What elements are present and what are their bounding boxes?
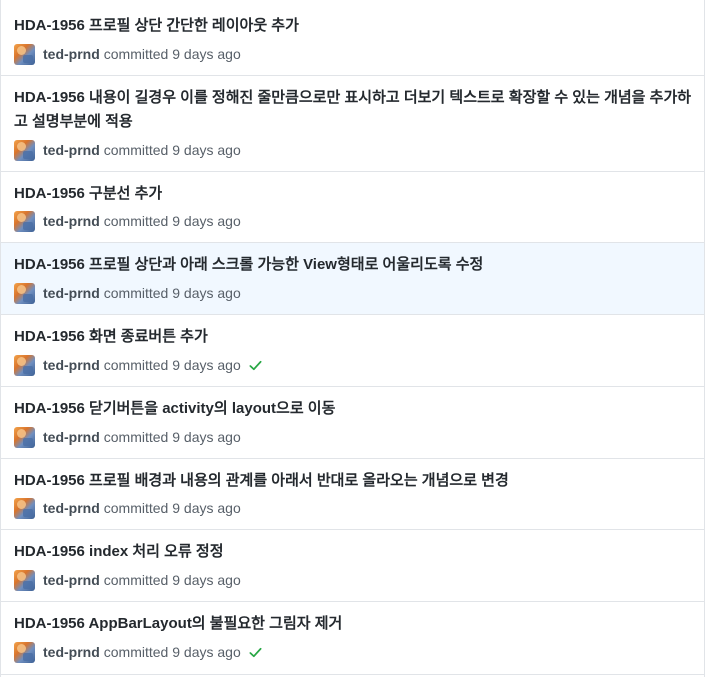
- commit-row: HDA-1956 구분선 추가 ted-prnd committed 9 day…: [1, 172, 704, 243]
- commit-time: committed 9 days ago: [103, 357, 241, 373]
- commit-meta: ted-prnd committed 9 days ago: [14, 569, 241, 591]
- commit-time: committed 9 days ago: [103, 46, 241, 62]
- commit-title[interactable]: HDA-1956 프로필 상단 간단한 레이아웃 추가: [14, 14, 692, 38]
- commit-row: HDA-1956 index 처리 오류 정정 ted-prnd committ…: [1, 530, 704, 602]
- commit-title[interactable]: HDA-1956 구분선 추가: [14, 182, 692, 206]
- commit-time: committed 9 days ago: [103, 429, 241, 445]
- commit-row: HDA-1956 프로필 상단 간단한 레이아웃 추가 ted-prnd com…: [1, 0, 704, 76]
- commit-time: committed 9 days ago: [103, 142, 241, 158]
- commit-meta: ted-prnd committed 9 days ago: [14, 497, 241, 519]
- commit-row: HDA-1956 내용이 길경우 이를 정해진 줄만큼으로만 표시하고 더보기 …: [1, 76, 704, 172]
- avatar[interactable]: [14, 641, 35, 663]
- commit-title[interactable]: HDA-1956 AppBarLayout의 불필요한 그림자 제거: [14, 612, 692, 636]
- commit-title[interactable]: HDA-1956 프로필 상단과 아래 스크롤 가능한 View형태로 어울리도…: [14, 253, 692, 277]
- commit-author[interactable]: ted-prnd: [43, 357, 100, 373]
- commit-author[interactable]: ted-prnd: [43, 285, 100, 301]
- commit-meta: ted-prnd committed 9 days ago: [14, 354, 263, 376]
- commit-title[interactable]: HDA-1956 화면 종료버튼 추가: [14, 325, 692, 349]
- avatar[interactable]: [14, 210, 35, 232]
- commit-time: committed 9 days ago: [103, 213, 241, 229]
- commit-author[interactable]: ted-prnd: [43, 46, 100, 62]
- commit-title[interactable]: HDA-1956 내용이 길경우 이를 정해진 줄만큼으로만 표시하고 더보기 …: [14, 86, 692, 134]
- check-icon[interactable]: [248, 645, 263, 660]
- commit-author[interactable]: ted-prnd: [43, 572, 100, 588]
- commit-row: HDA-1956 프로필 배경과 내용의 관계를 아래서 반대로 올라오는 개념…: [1, 459, 704, 530]
- commit-title[interactable]: HDA-1956 프로필 배경과 내용의 관계를 아래서 반대로 올라오는 개념…: [14, 469, 692, 493]
- check-icon[interactable]: [248, 358, 263, 373]
- avatar[interactable]: [14, 354, 35, 376]
- avatar[interactable]: [14, 569, 35, 591]
- avatar[interactable]: [14, 426, 35, 448]
- commit-time: committed 9 days ago: [103, 572, 241, 588]
- commit-time: committed 9 days ago: [103, 285, 241, 301]
- commit-title[interactable]: HDA-1956 index 처리 오류 정정: [14, 540, 692, 564]
- avatar[interactable]: [14, 497, 35, 519]
- avatar[interactable]: [14, 43, 35, 65]
- commit-row: HDA-1956 AppBarLayout의 불필요한 그림자 제거 ted-p…: [1, 602, 704, 675]
- commit-row: HDA-1956 프로필 상단과 아래 스크롤 가능한 View형태로 어울리도…: [1, 243, 704, 315]
- commit-meta: ted-prnd committed 9 days ago: [14, 210, 241, 232]
- commit-author[interactable]: ted-prnd: [43, 500, 100, 516]
- commit-meta: ted-prnd committed 9 days ago: [14, 43, 241, 65]
- commit-author[interactable]: ted-prnd: [43, 644, 100, 660]
- commit-meta: ted-prnd committed 9 days ago: [14, 139, 241, 161]
- commit-list: HDA-1956 프로필 상단 간단한 레이아웃 추가 ted-prnd com…: [0, 0, 705, 677]
- commit-meta: ted-prnd committed 9 days ago: [14, 282, 241, 304]
- commit-meta: ted-prnd committed 9 days ago: [14, 426, 241, 448]
- avatar[interactable]: [14, 282, 35, 304]
- commit-title[interactable]: HDA-1956 닫기버튼을 activity의 layout으로 이동: [14, 397, 692, 421]
- commit-row: HDA-1956 닫기버튼을 activity의 layout으로 이동 ted…: [1, 387, 704, 459]
- commit-author[interactable]: ted-prnd: [43, 429, 100, 445]
- avatar[interactable]: [14, 139, 35, 161]
- commit-author[interactable]: ted-prnd: [43, 213, 100, 229]
- commit-meta: ted-prnd committed 9 days ago: [14, 641, 263, 663]
- commit-author[interactable]: ted-prnd: [43, 142, 100, 158]
- commit-time: committed 9 days ago: [103, 500, 241, 516]
- commit-row: HDA-1956 화면 종료버튼 추가 ted-prnd committed 9…: [1, 315, 704, 387]
- commit-time: committed 9 days ago: [103, 644, 241, 660]
